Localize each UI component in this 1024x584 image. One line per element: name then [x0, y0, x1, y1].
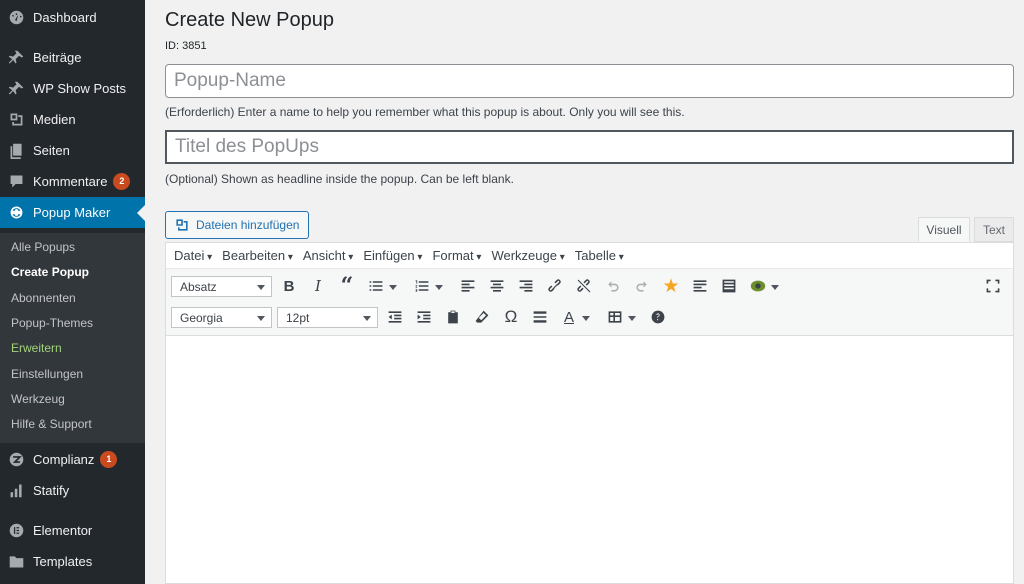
paste-text-icon[interactable]	[442, 306, 464, 328]
menu-tabelle[interactable]: Tabelle	[575, 248, 624, 263]
popup-name-input[interactable]	[165, 64, 1014, 98]
help-icon[interactable]	[647, 306, 669, 328]
dashboard-icon	[7, 9, 25, 27]
bold-icon[interactable]: B	[278, 275, 300, 297]
add-media-label: Dateien hinzufügen	[196, 218, 300, 232]
popup-trigger-icon[interactable]	[747, 275, 779, 297]
toolbar-toggle-icon[interactable]	[718, 275, 740, 297]
font-size-select[interactable]: 12pt	[277, 307, 378, 328]
indent-icon[interactable]	[413, 306, 435, 328]
comment-icon	[7, 173, 25, 191]
comment-count-badge: 2	[113, 173, 131, 190]
popup-name-help: (Erforderlich) Enter a name to help you …	[165, 105, 685, 119]
align-right-icon[interactable]	[515, 275, 537, 297]
table-icon[interactable]	[604, 306, 636, 328]
post-id: ID: 3851	[165, 40, 207, 52]
menu-einfuegen[interactable]: Einfügen	[363, 248, 422, 263]
pin-icon	[7, 80, 25, 98]
redo-icon[interactable]	[631, 275, 653, 297]
complianz-icon	[7, 451, 25, 469]
bullet-list-icon[interactable]	[365, 275, 397, 297]
menu-wp-show-posts[interactable]: WP Show Posts	[0, 73, 145, 104]
tab-visual[interactable]: Visuell	[918, 217, 970, 242]
menu-elementor[interactable]: Elementor	[0, 515, 145, 546]
page-title: Create New Popup	[165, 9, 334, 31]
menu-beitraege[interactable]: Beiträge	[0, 42, 145, 73]
align-center-icon[interactable]	[486, 275, 508, 297]
submenu-werkzeug[interactable]: Werkzeug	[11, 392, 65, 406]
horizontal-line-icon[interactable]	[529, 306, 551, 328]
add-media-icon	[176, 219, 188, 231]
pin-icon	[7, 49, 25, 67]
menu-label: Beiträge	[33, 50, 82, 65]
folder-icon	[7, 553, 25, 571]
menu-label: Seiten	[33, 143, 70, 158]
admin-sidebar: Dashboard Beiträge WP Show Posts Medien …	[0, 0, 145, 584]
link-icon[interactable]	[544, 275, 566, 297]
undo-icon[interactable]	[602, 275, 624, 297]
media-icon	[7, 111, 25, 129]
popup-maker-icon	[7, 204, 25, 222]
menu-label: Elementor	[33, 523, 93, 538]
submenu-einstellungen[interactable]: Einstellungen	[11, 367, 83, 381]
outdent-icon[interactable]	[384, 306, 406, 328]
menu-datei[interactable]: Datei	[174, 248, 212, 263]
menu-label: Templates	[33, 554, 93, 569]
submenu-alle-popups[interactable]: Alle Popups	[11, 240, 75, 254]
menu-medien[interactable]: Medien	[0, 104, 145, 135]
italic-icon[interactable]: I	[307, 275, 329, 297]
bar-chart-icon	[7, 482, 25, 500]
tinymce-editor: Datei Bearbeiten Ansicht Einfügen Format…	[165, 242, 1014, 584]
blockquote-icon[interactable]: “	[336, 273, 358, 299]
menu-label: Statify	[33, 483, 70, 498]
menu-complianz[interactable]: Complianz 1	[0, 444, 145, 475]
format-select[interactable]: Absatz	[171, 276, 272, 297]
font-family-select[interactable]: Georgia	[171, 307, 272, 328]
submenu-hilfe-support[interactable]: Hilfe & Support	[11, 417, 92, 431]
read-more-icon[interactable]	[689, 275, 711, 297]
menu-bearbeiten[interactable]: Bearbeiten	[222, 248, 293, 263]
elementor-icon	[7, 522, 25, 540]
popup-title-input[interactable]	[165, 130, 1014, 164]
menu-format[interactable]: Format	[432, 248, 481, 263]
popup-maker-submenu: Alle Popups Create Popup Abonnenten Popu…	[0, 233, 145, 443]
menu-label: Dashboard	[33, 10, 97, 25]
complianz-count-badge: 1	[100, 451, 118, 468]
menu-label: Popup Maker	[33, 205, 111, 220]
add-media-button[interactable]: Dateien hinzufügen	[165, 211, 309, 239]
menu-statify[interactable]: Statify	[0, 475, 145, 506]
special-character-icon[interactable]: Ω	[500, 306, 522, 328]
menu-popup-maker[interactable]: Popup Maker	[0, 197, 145, 228]
menu-werkzeuge[interactable]: Werkzeuge	[491, 248, 564, 263]
star-icon[interactable]: ★	[660, 275, 682, 297]
menu-label: Kommentare	[33, 174, 108, 189]
editor-content-area[interactable]	[166, 337, 1013, 583]
menu-ansicht[interactable]: Ansicht	[303, 248, 353, 263]
submenu-abonnenten[interactable]: Abonnenten	[11, 291, 76, 305]
menu-label: Complianz	[33, 452, 95, 467]
submenu-erweitern[interactable]: Erweitern	[11, 341, 62, 355]
align-left-icon[interactable]	[457, 275, 479, 297]
menu-templates[interactable]: Templates	[0, 546, 145, 577]
tab-text[interactable]: Text	[974, 217, 1014, 242]
editor-menubar: Datei Bearbeiten Ansicht Einfügen Format…	[166, 243, 1013, 269]
fullscreen-icon[interactable]	[982, 275, 1004, 297]
pages-icon	[7, 142, 25, 160]
text-color-icon[interactable]: A	[558, 306, 590, 328]
editor-toolbar: Absatz B I “ ★ Georgia 12pt Ω A	[166, 269, 1013, 336]
submenu-popup-themes[interactable]: Popup-Themes	[11, 316, 93, 330]
clear-formatting-icon[interactable]	[471, 306, 493, 328]
submenu-create-popup[interactable]: Create Popup	[11, 265, 89, 279]
numbered-list-icon[interactable]	[411, 275, 443, 297]
menu-label: WP Show Posts	[33, 81, 126, 96]
unlink-icon[interactable]	[573, 275, 595, 297]
menu-dashboard[interactable]: Dashboard	[0, 2, 145, 33]
menu-label: Medien	[33, 112, 76, 127]
menu-kommentare[interactable]: Kommentare 2	[0, 166, 145, 197]
popup-title-help: (Optional) Shown as headline inside the …	[165, 172, 514, 186]
menu-seiten[interactable]: Seiten	[0, 135, 145, 166]
